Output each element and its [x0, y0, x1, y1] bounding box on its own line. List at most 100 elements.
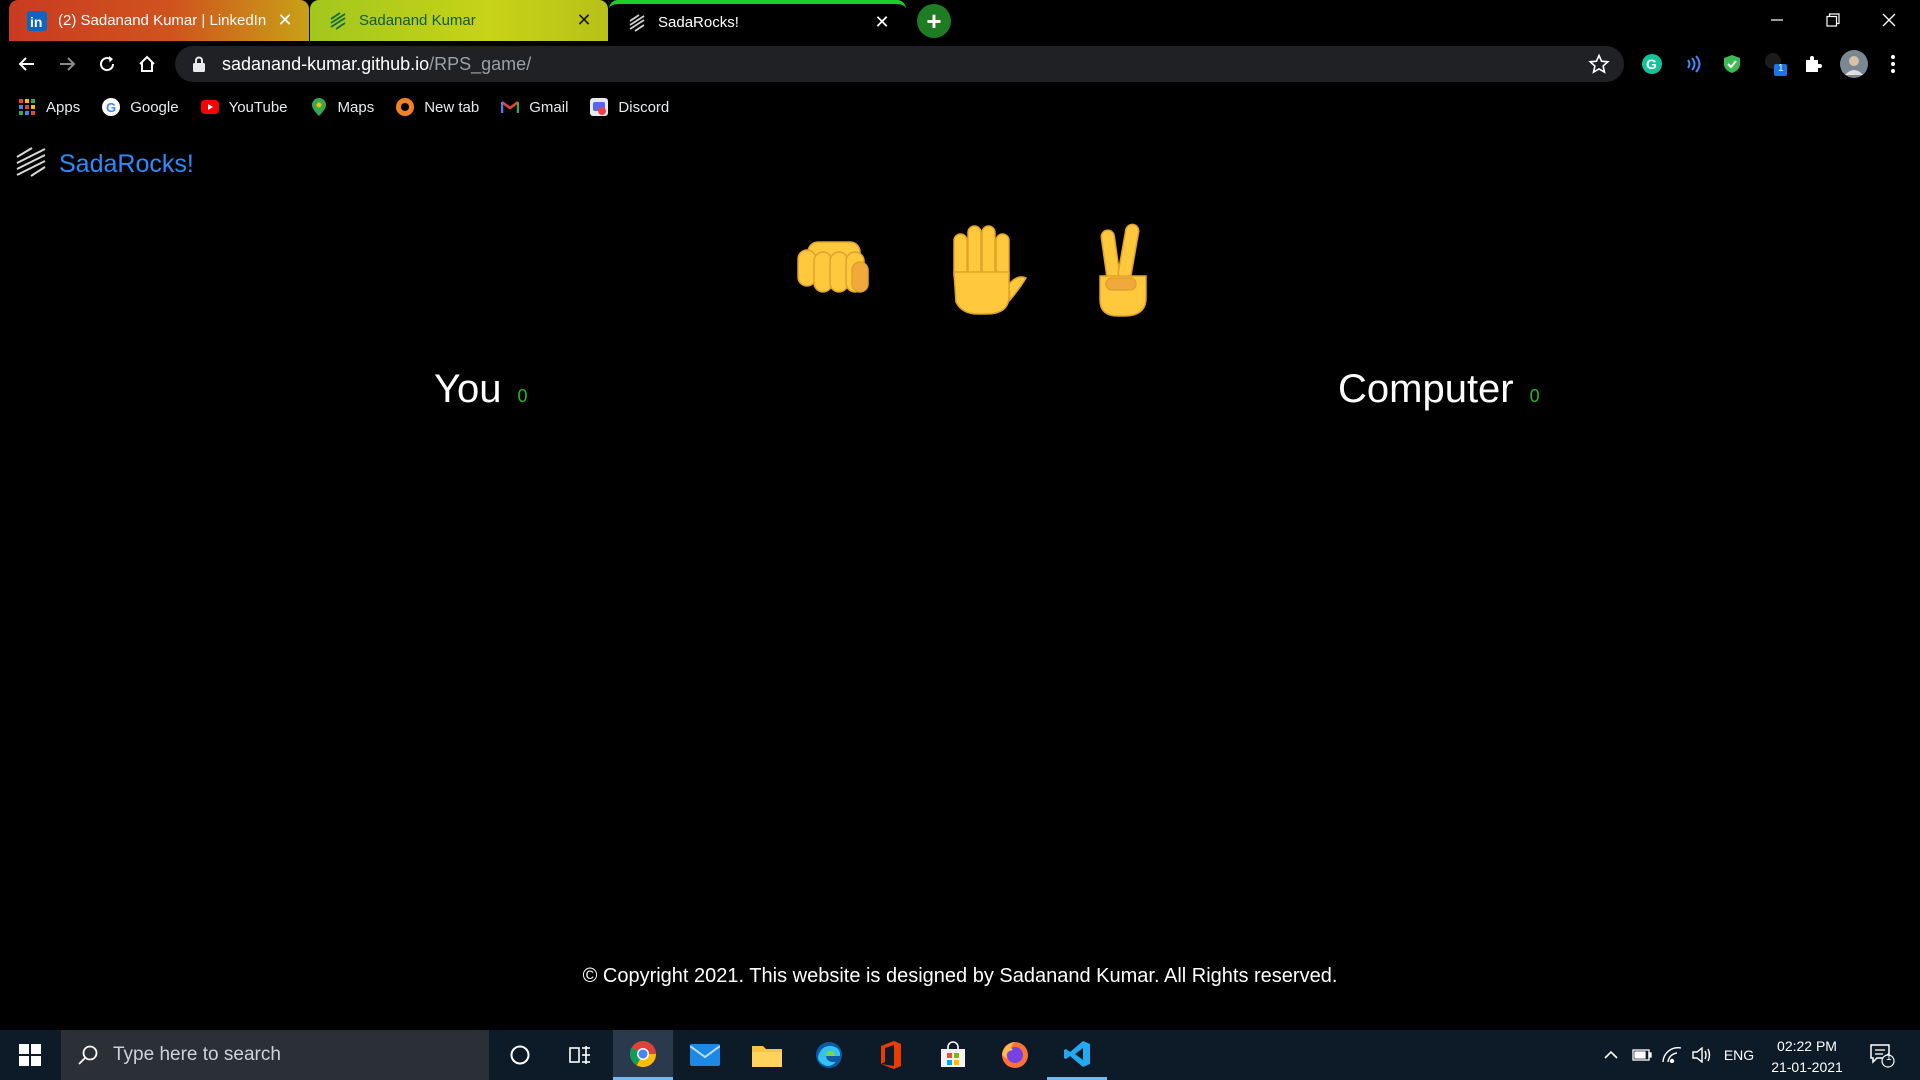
bookmarks-bar: Apps G Google YouTube Maps New tab Gmail	[0, 87, 1920, 127]
bookmark-label: Gmail	[529, 98, 569, 116]
windows-logo-icon	[19, 1044, 41, 1066]
store-bag-icon	[941, 1041, 965, 1067]
bookmark-apps[interactable]: Apps	[18, 98, 80, 116]
start-button[interactable]	[0, 1030, 60, 1080]
task-view-icon	[569, 1046, 590, 1064]
bookmark-google[interactable]: G Google	[102, 98, 179, 116]
cortana-button[interactable]	[490, 1030, 550, 1080]
edge-icon	[816, 1042, 842, 1068]
raised-hand-icon	[953, 225, 1028, 315]
scissors-button[interactable]	[1082, 222, 1172, 322]
tab-linkedin[interactable]: in (2) Sadanand Kumar | LinkedIn ✕	[9, 0, 309, 41]
taskbar-edge[interactable]	[799, 1030, 859, 1080]
page-content: SadaRocks! You 0 Computer 0 © Copyright …	[0, 127, 1920, 1030]
computer-score: 0	[1529, 386, 1540, 406]
notification-center-button[interactable]: 1	[1862, 1030, 1902, 1080]
rock-button[interactable]	[790, 222, 880, 322]
back-button[interactable]	[10, 47, 44, 81]
tab-sadarocks[interactable]: SadaRocks! ✕	[609, 0, 906, 41]
bookmark-newtab[interactable]: New tab	[396, 98, 479, 116]
read-aloud-icon[interactable]	[1679, 51, 1705, 77]
taskbar-vscode[interactable]	[1047, 1030, 1107, 1080]
tab-strip: in (2) Sadanand Kumar | LinkedIn ✕ Sadan…	[0, 0, 1920, 41]
chevron-up-icon	[1604, 1050, 1618, 1059]
address-bar[interactable]: sadanand-kumar.github.io/RPS_game/	[175, 46, 1624, 82]
taskbar-search[interactable]: Type here to search	[61, 1030, 489, 1080]
battery-icon	[1632, 1049, 1652, 1061]
close-icon[interactable]: ✕	[275, 10, 295, 31]
taskbar-chrome[interactable]	[613, 1030, 673, 1080]
maps-pin-icon	[310, 98, 328, 116]
volume-button[interactable]	[1688, 1030, 1716, 1080]
svg-text:G: G	[1646, 56, 1657, 72]
tab-title: SadaRocks!	[658, 14, 739, 31]
close-icon[interactable]: ✕	[872, 12, 892, 33]
bookmark-gmail[interactable]: Gmail	[501, 98, 568, 116]
mail-icon	[690, 1044, 720, 1066]
brand-name: SadaRocks!	[59, 150, 194, 178]
gmail-icon	[501, 98, 520, 116]
clock-date: 21-01-2021	[1771, 1059, 1843, 1075]
taskbar-store[interactable]	[923, 1030, 983, 1080]
forward-button[interactable]	[50, 47, 84, 81]
reload-button[interactable]	[90, 47, 124, 81]
new-tab-button[interactable]: +	[917, 4, 951, 38]
home-button[interactable]	[130, 47, 164, 81]
bookmark-star-icon[interactable]	[1588, 53, 1610, 75]
language-indicator[interactable]: ENG	[1720, 1030, 1758, 1080]
close-icon[interactable]: ✕	[574, 10, 594, 31]
clock[interactable]: 02:22 PM 21-01-2021	[1760, 1036, 1854, 1078]
search-icon	[77, 1044, 99, 1066]
fist-icon	[797, 241, 869, 293]
folder-icon	[752, 1046, 782, 1067]
apps-grid-icon	[18, 98, 36, 116]
office-icon	[881, 1041, 901, 1069]
minimize-button[interactable]	[1749, 0, 1805, 40]
extension-badge-icon[interactable]: 1	[1762, 51, 1788, 77]
browser-toolbar: sadanand-kumar.github.io/RPS_game/ G 1	[0, 41, 1920, 87]
cortana-circle-icon	[510, 1045, 530, 1065]
avatar[interactable]	[1840, 50, 1868, 78]
google-icon: G	[102, 98, 121, 116]
clock-time: 02:22 PM	[1777, 1038, 1837, 1054]
grammarly-icon[interactable]: G	[1639, 51, 1665, 77]
puzzle-icon[interactable]	[1800, 51, 1826, 77]
taskbar: Type here to search ENG 02:22 PM 21-01-2…	[0, 1030, 1920, 1080]
paper-button[interactable]	[940, 222, 1030, 322]
task-view-button[interactable]	[550, 1030, 610, 1080]
tab-title: (2) Sadanand Kumar | LinkedIn	[58, 12, 267, 29]
sada-logo-icon	[328, 11, 348, 31]
bookmark-maps[interactable]: Maps	[310, 98, 374, 116]
bookmark-discord[interactable]: Discord	[590, 98, 669, 116]
svg-text:in: in	[30, 14, 42, 30]
bookmark-youtube[interactable]: YouTube	[200, 98, 288, 116]
url-host: sadanand-kumar.github.io	[222, 53, 430, 74]
brand-link[interactable]: SadaRocks!	[14, 145, 194, 184]
battery-button[interactable]	[1628, 1030, 1656, 1080]
player-score: 0	[517, 386, 528, 406]
linkedin-icon: in	[27, 10, 47, 31]
youtube-icon	[200, 98, 219, 116]
svg-text:G: G	[106, 100, 116, 115]
discord-icon	[590, 98, 609, 116]
taskbar-mail[interactable]	[675, 1030, 735, 1080]
tab-portfolio[interactable]: Sadanand Kumar ✕	[310, 0, 608, 41]
extension-badge-count: 1	[1778, 63, 1784, 74]
wifi-icon	[1662, 1047, 1682, 1063]
close-window-button[interactable]	[1861, 0, 1917, 40]
restore-button[interactable]	[1805, 0, 1861, 40]
lock-icon[interactable]	[193, 55, 207, 73]
taskbar-office[interactable]	[861, 1030, 921, 1080]
taskbar-firefox[interactable]	[985, 1030, 1045, 1080]
network-button[interactable]	[1658, 1030, 1686, 1080]
computer-score-panel: Computer 0	[1338, 367, 1540, 412]
taskbar-file-explorer[interactable]	[737, 1030, 797, 1080]
tab-title: Sadanand Kumar	[359, 12, 476, 29]
shield-icon[interactable]	[1719, 51, 1745, 77]
notification-count: 1	[1886, 1052, 1892, 1063]
bookmark-label: Google	[130, 98, 179, 116]
speaker-icon	[1692, 1047, 1711, 1063]
menu-kebab-icon[interactable]	[1880, 51, 1906, 77]
tray-overflow-button[interactable]	[1598, 1030, 1624, 1080]
victory-hand-icon	[1099, 223, 1147, 317]
